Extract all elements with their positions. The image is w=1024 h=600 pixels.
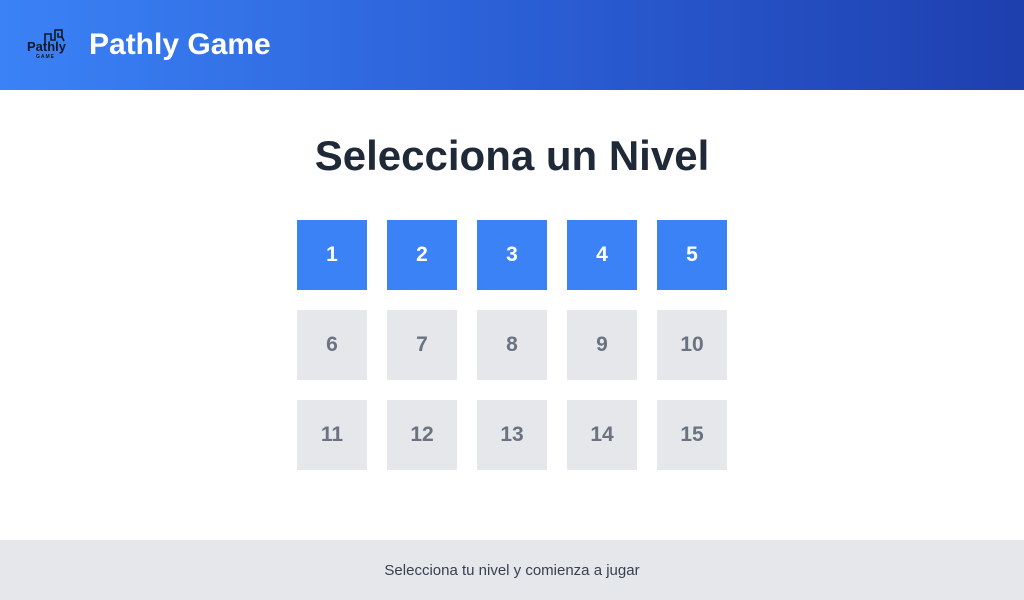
logo-subtext: GAME (36, 54, 55, 60)
page-title: Selecciona un Nivel (314, 132, 710, 179)
level-button-8[interactable]: 8 (477, 310, 547, 380)
level-button-13[interactable]: 13 (477, 400, 547, 470)
level-button-10[interactable]: 10 (657, 310, 727, 380)
level-button-6[interactable]: 6 (297, 310, 367, 380)
logo-text: Pathly (27, 39, 67, 54)
level-button-1[interactable]: 1 (297, 220, 367, 290)
pathly-logo[interactable]: Pathly GAME (26, 28, 68, 60)
level-button-14[interactable]: 14 (567, 400, 637, 470)
footer-text: Selecciona tu nivel y comienza a jugar (384, 561, 640, 579)
level-button-11[interactable]: 11 (297, 400, 367, 470)
app-title: Pathly Game (89, 28, 271, 61)
level-button-12[interactable]: 12 (387, 400, 457, 470)
level-button-5[interactable]: 5 (657, 220, 727, 290)
level-button-15[interactable]: 15 (657, 400, 727, 470)
app-footer: Selecciona tu nivel y comienza a jugar (0, 540, 1024, 600)
level-button-2[interactable]: 2 (387, 220, 457, 290)
level-grid: 1 2 3 4 5 6 7 8 9 10 11 12 13 14 15 (297, 220, 727, 470)
level-button-3[interactable]: 3 (477, 220, 547, 290)
level-button-9[interactable]: 9 (567, 310, 637, 380)
level-button-4[interactable]: 4 (567, 220, 637, 290)
spiral-path-logo-icon: Pathly GAME (27, 29, 67, 60)
level-button-7[interactable]: 7 (387, 310, 457, 380)
app-header: Pathly GAME Pathly Game (0, 0, 1024, 90)
